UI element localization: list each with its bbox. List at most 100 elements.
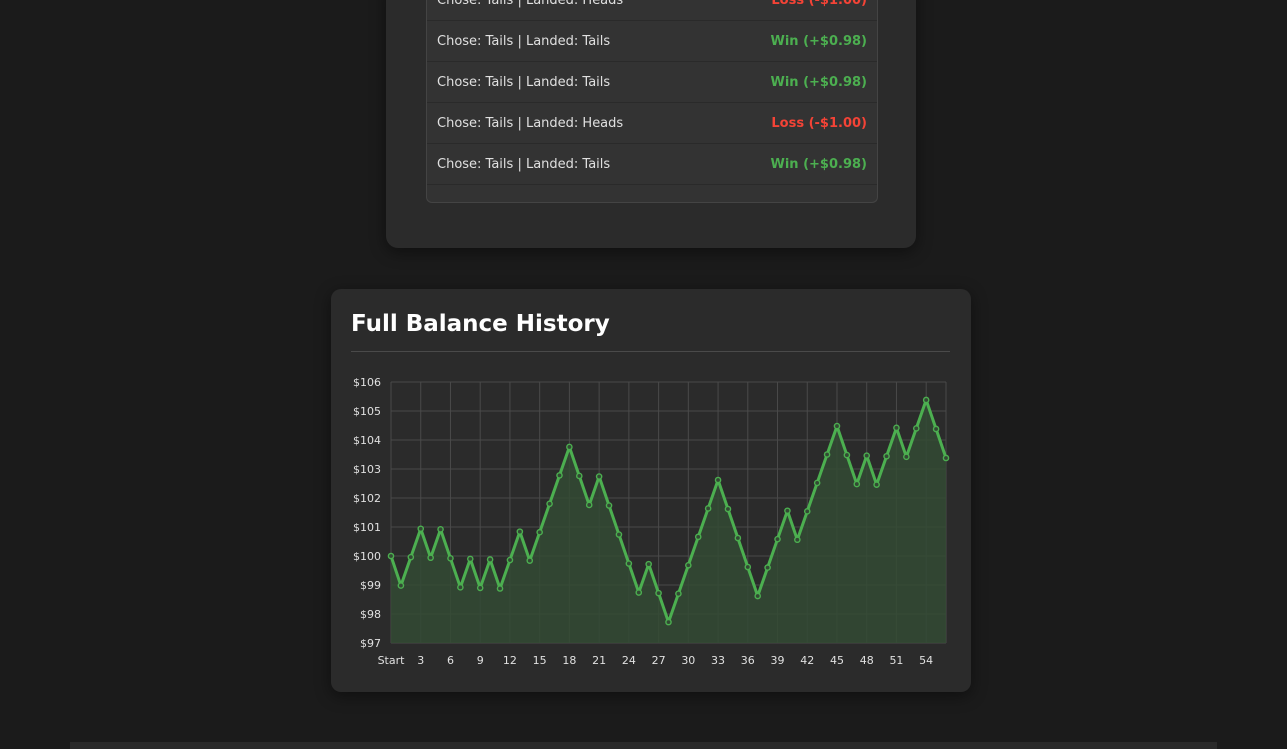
data-point bbox=[774, 535, 781, 543]
data-point bbox=[417, 525, 425, 533]
data-point bbox=[526, 557, 534, 564]
data-point bbox=[724, 505, 732, 513]
data-point bbox=[843, 451, 851, 459]
data-point bbox=[704, 505, 712, 512]
data-point bbox=[556, 472, 563, 479]
data-point bbox=[912, 425, 920, 432]
data-point bbox=[685, 561, 692, 569]
balance-area-fill bbox=[391, 399, 946, 643]
history-row: Chose: Tails | Landed: Tails Win (+$0.98) bbox=[427, 21, 877, 62]
data-point bbox=[605, 502, 613, 509]
data-point bbox=[764, 564, 771, 571]
y-tick-label: $97 bbox=[360, 637, 381, 650]
history-row-description: Chose: Tails | Landed: Tails bbox=[437, 156, 611, 172]
data-point bbox=[536, 528, 543, 536]
data-point bbox=[615, 531, 623, 538]
history-row-result: Win (+$0.98) bbox=[770, 33, 867, 49]
data-point bbox=[655, 589, 662, 597]
data-point bbox=[883, 452, 890, 460]
data-point bbox=[853, 480, 861, 488]
data-point bbox=[873, 481, 880, 488]
data-point bbox=[566, 443, 573, 451]
data-point bbox=[893, 424, 900, 432]
y-tick-label: $102 bbox=[353, 492, 381, 505]
data-point bbox=[942, 454, 950, 462]
x-tick-label: 33 bbox=[711, 654, 725, 667]
data-point bbox=[694, 533, 702, 541]
data-point bbox=[516, 528, 524, 535]
data-point bbox=[922, 396, 930, 404]
data-point bbox=[397, 582, 405, 589]
history-row: Chose: Tails | Landed: Heads Loss (-$1.00… bbox=[427, 103, 877, 144]
data-point bbox=[476, 584, 484, 592]
x-tick-label: 42 bbox=[800, 654, 814, 667]
history-row-result: Loss (-$1.00) bbox=[771, 0, 867, 8]
data-point bbox=[625, 560, 633, 567]
data-point bbox=[466, 555, 474, 563]
history-row-description: Chose: Tails | Landed: Heads bbox=[437, 115, 624, 131]
data-point bbox=[803, 508, 811, 515]
data-point bbox=[635, 589, 643, 596]
x-tick-label: 45 bbox=[830, 654, 844, 667]
x-tick-label: 18 bbox=[562, 654, 576, 667]
history-row: Chose: Tails | Landed: Tails Win (+$0.98) bbox=[427, 144, 877, 185]
x-tick-label: 54 bbox=[919, 654, 933, 667]
footer-strip bbox=[70, 742, 1217, 749]
history-row-result: Win (+$0.98) bbox=[770, 74, 867, 90]
data-point bbox=[903, 453, 910, 461]
data-point bbox=[754, 592, 761, 600]
bet-history-list[interactable]: Chose: Tails | Landed: Heads Loss (-$1.00… bbox=[426, 0, 878, 203]
history-row-result: Win (+$0.98) bbox=[770, 156, 867, 172]
history-row-description: Chose: Tails | Landed: Tails bbox=[437, 33, 611, 49]
history-row-result: Loss (-$1.00) bbox=[771, 115, 867, 131]
data-point bbox=[734, 534, 742, 542]
balance-chart-card: Full Balance History $97 $98 $99 $100 $101 $1… bbox=[331, 289, 971, 692]
history-row-description: Chose: Tails | Landed: Heads bbox=[437, 0, 624, 8]
data-point bbox=[486, 556, 494, 563]
x-tick-label: 36 bbox=[741, 654, 755, 667]
data-point bbox=[585, 501, 593, 509]
data-point bbox=[595, 473, 603, 480]
x-tick-label: 24 bbox=[622, 654, 636, 667]
data-point bbox=[506, 556, 514, 564]
data-point bbox=[823, 451, 831, 458]
data-point bbox=[427, 554, 434, 562]
y-tick-label: $103 bbox=[353, 463, 381, 476]
data-point bbox=[794, 536, 801, 544]
y-tick-label: $99 bbox=[360, 579, 381, 592]
x-tick-label: 30 bbox=[681, 654, 695, 667]
data-point bbox=[546, 500, 553, 508]
data-point bbox=[932, 425, 940, 433]
data-point bbox=[496, 585, 504, 592]
data-point bbox=[675, 590, 682, 598]
data-point bbox=[447, 555, 454, 562]
data-point bbox=[744, 563, 752, 571]
data-point bbox=[833, 422, 841, 430]
y-tick-label: $100 bbox=[353, 550, 381, 563]
data-point bbox=[407, 553, 415, 561]
data-point bbox=[457, 584, 464, 591]
data-point bbox=[813, 479, 821, 487]
data-point bbox=[665, 618, 672, 626]
bet-history-card: Chose: Tails | Landed: Heads Loss (-$1.00… bbox=[386, 0, 916, 248]
x-tick-label: 6 bbox=[447, 654, 454, 667]
data-point bbox=[437, 526, 444, 533]
y-tick-label: $104 bbox=[353, 434, 381, 447]
x-tick-label: 9 bbox=[477, 654, 484, 667]
balance-line-chart[interactable]: $97 $98 $99 $100 $101 $102 $103 $104 $105 $106 Sta… bbox=[331, 289, 971, 692]
x-tick-label: 12 bbox=[503, 654, 517, 667]
x-tick-label: 39 bbox=[771, 654, 785, 667]
x-tick-label: 15 bbox=[533, 654, 547, 667]
history-row-description: Chose: Tails | Landed: Tails bbox=[437, 74, 611, 90]
data-point bbox=[863, 452, 871, 459]
data-point bbox=[645, 560, 652, 568]
data-point bbox=[784, 507, 791, 515]
y-tick-label: $105 bbox=[353, 405, 381, 418]
history-row: Chose: Tails | Landed: Heads Loss (-$1.00… bbox=[427, 0, 877, 21]
x-tick-label: 3 bbox=[417, 654, 424, 667]
x-tick-label: 27 bbox=[652, 654, 666, 667]
y-tick-label: $98 bbox=[360, 608, 381, 621]
x-tick-label: 21 bbox=[592, 654, 606, 667]
x-tick-label: 48 bbox=[860, 654, 874, 667]
y-tick-label: $101 bbox=[353, 521, 381, 534]
